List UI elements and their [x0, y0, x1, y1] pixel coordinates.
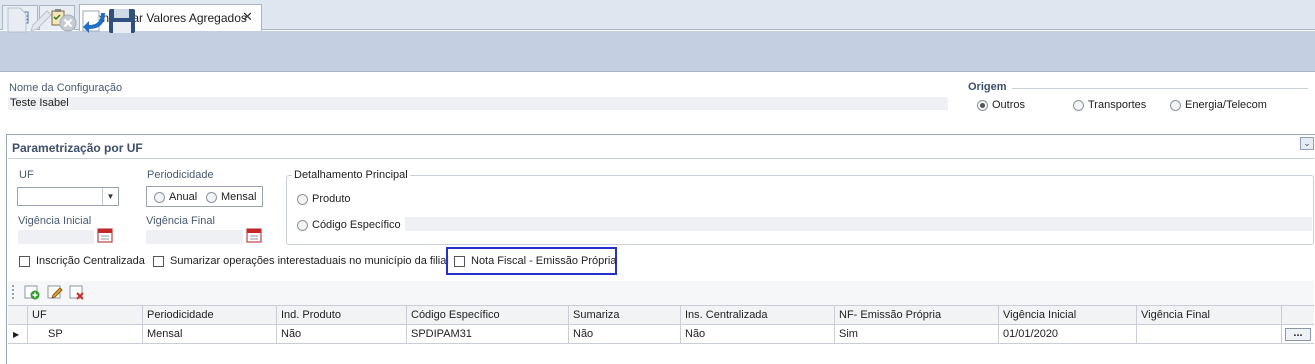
config-name-label: Nome da Configuração	[9, 82, 123, 94]
produto-label: Produto	[312, 193, 351, 205]
calendar-icon[interactable]	[97, 227, 114, 243]
grid-header: UF Periodicidade Ind. Produto Código Esp…	[8, 305, 1314, 325]
row-selector-icon[interactable]: ▶	[8, 325, 28, 343]
radio-outros[interactable]	[977, 99, 988, 111]
col-header-vigencia-inicial[interactable]: Vigência Inicial	[999, 306, 1137, 324]
toolbar	[0, 31, 1315, 72]
periodicidade-mensal-label: Mensal	[221, 191, 257, 203]
col-header-codigo[interactable]: Código Específico	[407, 306, 569, 324]
col-header-actions	[1282, 306, 1314, 324]
detalhamento-label: Detalhamento Principal	[292, 169, 410, 181]
col-header-nf-emissao[interactable]: NF- Emissão Própria	[835, 306, 999, 324]
row-indicator-header	[8, 306, 28, 324]
table-row[interactable]: ▶ SP Mensal Não SPDIPAM31 Não Não Sim 01…	[8, 325, 1314, 344]
cell-periodicidade[interactable]: Mensal	[143, 325, 277, 343]
periodicidade-anual[interactable]: Anual	[154, 191, 197, 203]
cell-vigencia-inicial[interactable]: 01/01/2020	[999, 325, 1137, 343]
radio-transportes[interactable]	[1073, 99, 1084, 111]
vigencia-final-label: Vigência Final	[146, 215, 215, 227]
ellipsis-button[interactable]: ...	[1285, 327, 1311, 341]
collapse-chevron-icon[interactable]: ⌄	[1300, 137, 1314, 150]
uf-select[interactable]: ▼	[17, 187, 119, 206]
delete-row-icon	[69, 285, 84, 300]
detalhamento-produto[interactable]: Produto	[297, 193, 351, 205]
periodicidade-anual-label: Anual	[169, 191, 198, 203]
config-name-field[interactable]: Teste Isabel	[8, 97, 948, 110]
cell-vigencia-final[interactable]	[1137, 325, 1282, 343]
sumarizar-label: Sumarizar operações interestaduais no mu…	[170, 255, 449, 267]
edit-row-icon	[47, 285, 63, 299]
radio-produto[interactable]	[297, 193, 308, 205]
col-header-ins-centralizada[interactable]: Ins. Centralizada	[681, 306, 835, 324]
cell-sumariza[interactable]: Não	[569, 325, 681, 343]
origem-divider	[1012, 88, 1308, 89]
chk-nota-fiscal[interactable]: Nota Fiscal - Emissão Própria	[454, 255, 617, 267]
param-group-divider	[8, 158, 1314, 159]
param-group-title: Parametrização por UF	[12, 141, 143, 155]
detalhamento-box	[286, 175, 1314, 245]
delete-row-button[interactable]	[68, 284, 86, 301]
radio-energia[interactable]	[1170, 99, 1181, 111]
close-icon[interactable]: ✕	[242, 9, 253, 25]
origem-outros[interactable]: Outros	[977, 99, 1025, 111]
col-header-uf[interactable]: UF	[28, 306, 143, 324]
calendar-icon[interactable]	[246, 227, 263, 243]
periodicidade-label: Periodicidade	[147, 169, 214, 181]
cell-ind-produto[interactable]: Não	[277, 325, 407, 343]
grid-toolbar-grip	[12, 285, 14, 299]
origem-outros-label: Outros	[992, 99, 1026, 111]
periodicidade-mensal[interactable]: Mensal	[206, 191, 256, 203]
origem-label: Origem	[968, 81, 1007, 93]
origem-transportes-label: Transportes	[1088, 99, 1147, 111]
col-header-vigencia-final[interactable]: Vigência Final	[1137, 306, 1282, 324]
edit-button[interactable]	[27, 5, 55, 35]
vigencia-final-field[interactable]	[146, 230, 243, 244]
vigencia-inicial-label: Vigência Inicial	[18, 215, 92, 227]
col-header-periodicidade[interactable]: Periodicidade	[143, 306, 277, 324]
inscricao-label: Inscrição Centralizada	[36, 255, 145, 267]
radio-anual[interactable]	[154, 191, 165, 203]
origem-transportes[interactable]: Transportes	[1073, 99, 1146, 111]
undo-icon	[82, 10, 105, 33]
save-icon	[109, 9, 135, 33]
add-row-icon	[24, 285, 40, 300]
codigo-especifico-field[interactable]	[405, 217, 1312, 231]
radio-mensal[interactable]	[206, 191, 217, 203]
origem-energia[interactable]: Energia/Telecom	[1170, 99, 1267, 111]
vigencia-inicial-field[interactable]	[18, 230, 94, 244]
col-header-sumariza[interactable]: Sumariza	[569, 306, 681, 324]
cell-codigo[interactable]: SPDIPAM31	[407, 325, 569, 343]
checkbox-nota-fiscal[interactable]	[454, 255, 465, 267]
undo-button[interactable]	[79, 5, 107, 35]
cell-uf[interactable]: SP	[28, 325, 143, 343]
chk-inscricao-centralizada[interactable]: Inscrição Centralizada	[19, 255, 145, 267]
checkbox-inscricao[interactable]	[19, 255, 30, 267]
save-button[interactable]	[107, 5, 135, 35]
add-row-button[interactable]	[23, 284, 41, 301]
grid-toolbar	[8, 281, 1314, 305]
origem-energia-label: Energia/Telecom	[1185, 99, 1267, 111]
radio-codigo[interactable]	[297, 219, 308, 231]
col-header-ind-produto[interactable]: Ind. Produto	[277, 306, 407, 324]
uf-label: UF	[19, 169, 34, 181]
nota-fiscal-label: Nota Fiscal - Emissão Própria	[471, 255, 617, 267]
chk-sumarizar[interactable]: Sumarizar operações interestaduais no mu…	[153, 255, 449, 267]
checkbox-sumarizar[interactable]	[153, 255, 164, 267]
codigo-label: Código Específico	[312, 219, 401, 231]
edit-icon	[30, 10, 52, 32]
row-actions-cell: ...	[1282, 325, 1314, 343]
edit-row-button[interactable]	[46, 284, 64, 301]
periodicidade-box: Anual Mensal	[146, 186, 263, 207]
detalhamento-codigo[interactable]: Código Específico	[297, 219, 401, 231]
cell-nf-emissao[interactable]: Sim	[835, 325, 999, 343]
chevron-down-icon[interactable]: ▼	[102, 188, 118, 205]
cell-ins-centralizada[interactable]: Não	[681, 325, 835, 343]
